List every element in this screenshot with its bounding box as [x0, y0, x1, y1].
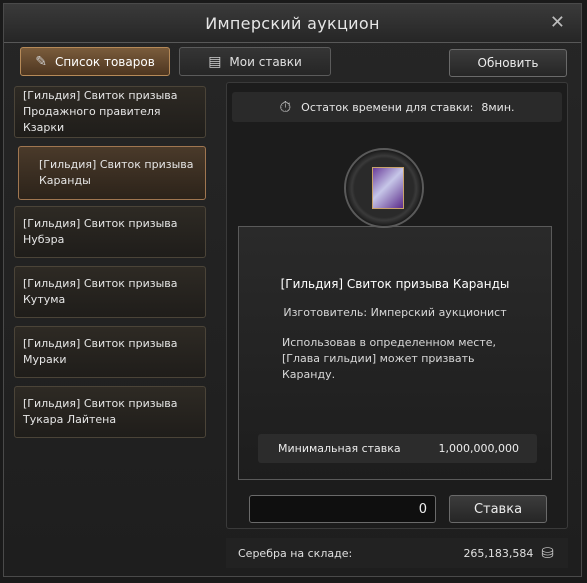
list-item-label: [Гильдия] Свиток призыва Каранды [39, 158, 194, 187]
scroll-icon: ▤ [208, 53, 222, 70]
refresh-button[interactable]: Обновить [449, 49, 567, 77]
list-item[interactable]: [Гильдия] Свиток призыва Тукара Лайтена [14, 386, 206, 438]
list-item[interactable]: [Гильдия] Свиток призыва Мураки [14, 326, 206, 378]
silver-coins-icon: ⛁ [541, 544, 554, 562]
item-maker: Изготовитель: Имперский аукционист [283, 306, 507, 319]
list-item-label: [Гильдия] Свиток призыва Продажного прав… [23, 89, 178, 134]
place-bid-button[interactable]: Ставка [449, 495, 547, 523]
bid-amount-input[interactable] [249, 495, 436, 523]
tab-my-bids-label: Мои ставки [229, 54, 302, 69]
min-bid-row: Минимальная ставка 1,000,000,000 [258, 434, 537, 463]
list-item-label: [Гильдия] Свиток призыва Мураки [23, 337, 178, 366]
silver-value: 265,183,584 [463, 546, 534, 560]
silver-amount: 265,183,584 ⛁ [463, 544, 554, 562]
list-item-label: [Гильдия] Свиток призыва Кутума [23, 277, 178, 306]
list-item[interactable]: [Гильдия] Свиток призыва Продажного прав… [14, 86, 206, 138]
timer-value: 8мин. [481, 100, 515, 114]
title-bar: Имперский аукцион ✕ [4, 4, 581, 43]
bid-timer: ⏱ Остаток времени для ставки: 8мин. [232, 92, 562, 122]
list-item[interactable]: [Гильдия] Свиток призыва Нубэра [14, 206, 206, 258]
window-title: Имперский аукцион [205, 13, 380, 33]
list-item-label: [Гильдия] Свиток призыва Нубэра [23, 217, 178, 246]
item-name: [Гильдия] Свиток призыва Каранды [280, 277, 510, 291]
timer-label: Остаток времени для ставки: [301, 100, 474, 114]
list-item[interactable]: [Гильдия] Свиток призыва Кутума [14, 266, 206, 318]
tab-item-list-label: Список товаров [54, 54, 155, 69]
tab-my-bids[interactable]: ▤ Мои ставки [179, 47, 331, 76]
min-bid-value: 1,000,000,000 [438, 442, 519, 455]
summon-scroll-icon [372, 167, 404, 209]
item-description: Использовав в определенном месте, [Глава… [282, 336, 497, 381]
stopwatch-icon: ⏱ [279, 98, 292, 116]
min-bid-label: Минимальная ставка [278, 442, 401, 455]
item-list: [Гильдия] Свиток призыва Продажного прав… [14, 82, 210, 442]
close-icon[interactable]: ✕ [550, 12, 565, 33]
list-item-selected[interactable]: [Гильдия] Свиток призыва Каранды [18, 146, 206, 200]
refresh-button-label: Обновить [477, 56, 539, 70]
list-item-label: [Гильдия] Свиток призыва Тукара Лайтена [23, 397, 178, 426]
tab-item-list[interactable]: ✎ Список товаров [20, 47, 170, 76]
silver-label: Серебра на складе: [238, 546, 353, 560]
list-pen-icon: ✎ [35, 53, 47, 70]
place-bid-label: Ставка [473, 501, 523, 517]
storage-silver-bar: Серебра на складе: 265,183,584 ⛁ [226, 538, 568, 568]
